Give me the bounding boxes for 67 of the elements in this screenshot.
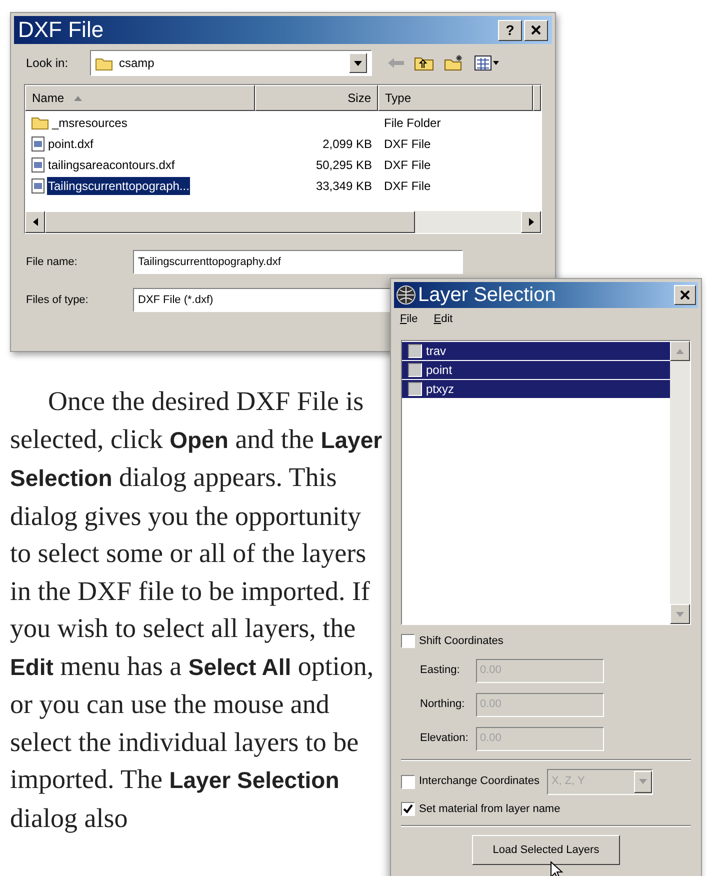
file-name-cell[interactable]: Tailingscurrenttopograph... <box>47 176 190 194</box>
close-icon <box>680 290 690 300</box>
file-size-cell-text: 33,349 KB <box>314 178 373 194</box>
checkbox[interactable] <box>401 634 415 648</box>
document-icon <box>31 136 45 152</box>
layer-item[interactable]: ptxyz <box>402 380 670 398</box>
file-name-cell[interactable]: _msresources <box>51 114 128 132</box>
layer-item[interactable]: point <box>402 361 670 379</box>
folder-icon <box>31 115 49 130</box>
horizontal-scrollbar[interactable] <box>25 211 541 233</box>
checkmark-icon <box>403 804 413 814</box>
file-type-label: Files of type: <box>26 292 90 308</box>
scrollbar-thumb[interactable] <box>45 211 415 233</box>
checkbox-label: Set material from layer name <box>419 802 560 816</box>
caret-icon <box>354 60 362 66</box>
vertical-scrollbar[interactable] <box>670 341 690 624</box>
column-header[interactable]: Name <box>25 85 255 111</box>
file-type-cell-text: DXF File <box>383 136 432 152</box>
right-arrow-icon <box>528 218 534 226</box>
layer-item[interactable]: trav <box>402 342 670 360</box>
sort-arrow-icon <box>74 96 82 100</box>
checkbox[interactable] <box>408 344 422 358</box>
left-arrow-icon <box>32 218 38 226</box>
file-type-cell-text: File Folder <box>383 114 442 132</box>
field-label: Easting: <box>420 663 461 678</box>
load-selected-layers-button[interactable]: Load Selected Layers <box>472 835 620 865</box>
file-name-field[interactable]: Tailingscurrenttopography.dxf <box>133 250 463 274</box>
column-header[interactable]: Size <box>255 85 378 111</box>
checkbox[interactable] <box>401 802 415 816</box>
window-title: DXF File <box>18 19 105 41</box>
checkbox[interactable] <box>408 363 422 377</box>
look-in-dropdown[interactable]: csamp <box>90 50 372 76</box>
mouse-pointer-icon <box>550 861 564 876</box>
new-folder-icon[interactable] <box>444 55 464 71</box>
document-icon <box>31 178 45 194</box>
up-arrow-icon <box>676 348 684 354</box>
field-label: Northing: <box>420 697 466 712</box>
menu-item[interactable]: Edit <box>434 310 453 328</box>
up-folder-icon[interactable] <box>414 55 434 71</box>
dropdown-arrow-button[interactable] <box>349 53 367 73</box>
document-icon <box>31 156 45 172</box>
body-paragraph: Once the desired DXF File is selected, click Open and the Layer Selection dialog appears. This dialog gives you the opportunity to select some or all of the layers in the DXF file to be imported. If you wish to select all layers, the Edit menu has a Select All option, or you can use the mouse and select the individual layers to be imported. The Layer Selection dialog also <box>10 385 384 835</box>
caret-icon <box>639 779 648 784</box>
checkbox-label: Shift Coordinates <box>419 634 504 649</box>
column-header[interactable] <box>533 85 541 111</box>
file-size-cell-text: 2,099 KB <box>322 136 373 152</box>
file-size-cell-text: 50,295 KB <box>314 156 373 174</box>
view-menu-icon[interactable] <box>474 55 500 71</box>
field-label: Elevation: <box>420 731 470 746</box>
file-name-label: File name: <box>26 254 78 270</box>
file-name-cell[interactable]: tailingsareacontours.dxf <box>47 156 176 174</box>
look-in-value: csamp <box>119 55 156 72</box>
column-header[interactable]: Type <box>378 85 533 111</box>
look-in-label: Look in: <box>26 55 70 72</box>
checkbox[interactable] <box>408 382 422 396</box>
close-icon <box>531 25 541 35</box>
file-name-cell[interactable]: point.dxf <box>47 134 94 152</box>
file-type-cell-text: DXF File <box>383 156 432 174</box>
menu-item[interactable]: File <box>400 310 418 328</box>
down-arrow-icon <box>676 612 684 616</box>
help-button[interactable]: ? <box>498 20 522 40</box>
folder-icon <box>95 56 113 70</box>
file-type-cell-text: DXF File <box>383 178 432 194</box>
close-button[interactable] <box>524 20 548 40</box>
close-button[interactable] <box>674 285 696 305</box>
globe-icon <box>396 285 416 305</box>
checkbox-label: Interchange Coordinates <box>419 774 540 790</box>
